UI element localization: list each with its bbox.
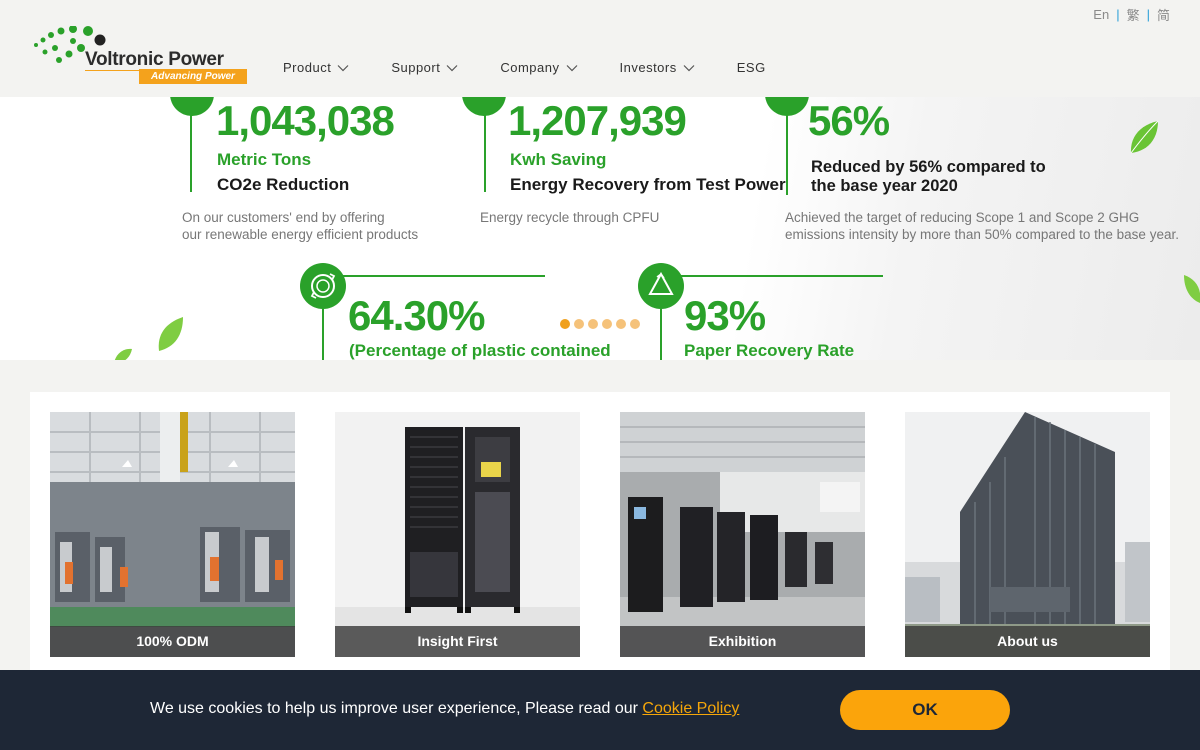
divider-line [484,107,486,192]
stat-co2-desc: On our customers' end by offering our re… [182,210,419,242]
nav-label: Product [283,60,332,75]
cookie-ok-button[interactable]: OK [840,690,1010,730]
building-image [905,412,1150,657]
card-about-us[interactable]: About us [905,412,1150,657]
stat-co2-value: 1,043,038 [216,97,395,144]
chevron-down-icon [337,64,349,71]
stat-energy-unit: Kwh Saving [510,150,607,169]
slider-pagination [560,319,640,329]
chevron-down-icon [683,64,695,71]
lang-traditional[interactable]: 繁 [1127,5,1140,24]
stat-ghg-value: 56% [808,97,890,144]
card-caption: 100% ODM [50,626,295,657]
leaf-icon [114,348,132,360]
recycle-icon [648,271,674,295]
recycle-loop-icon [300,263,346,309]
stat-energy-desc: Energy recycle through CPFU [480,210,660,225]
cookie-message: We use cookies to help us improve user e… [150,700,740,717]
leaf-icon [1184,275,1200,303]
lang-separator: | [1116,7,1120,22]
feature-cards: 100% ODM Insight First Exhibition About … [30,392,1170,682]
stat-co2-unit: Metric Tons [217,150,312,169]
ups-cabinet-image [335,412,580,657]
nav-product[interactable]: Product [283,60,349,75]
cookie-banner: We use cookies to help us improve user e… [0,670,1200,750]
divider-line [190,107,192,192]
nav-label: Support [391,60,441,75]
divider-line [322,309,324,360]
paper-recycle-icon [638,263,684,309]
lang-en[interactable]: En [1093,7,1109,22]
stat-energy-value: 1,207,939 [508,97,687,144]
stat-ghg-desc: Achieved the target of reducing Scope 1 … [785,210,1179,242]
logo-underline [85,70,145,71]
logo-brand-name: Voltronic Power [85,49,224,70]
card-caption: About us [905,626,1150,657]
nav-support[interactable]: Support [391,60,458,75]
leaf-icon [158,317,183,351]
carbon-icon [170,97,214,116]
divider-line [668,275,883,277]
chevron-down-icon [446,64,458,71]
card-odm[interactable]: 100% ODM [50,412,295,657]
card-caption: Insight First [335,626,580,657]
nav-company[interactable]: Company [500,60,577,75]
main-nav: Product Support Company Investors ESG [283,60,766,75]
slider-dot-2[interactable] [574,319,584,329]
stat-co2-label: CO2e Reduction [217,175,350,194]
factory-image [50,412,295,657]
stat-plastic-label: (Percentage of plastic contained [349,341,611,360]
card-exhibition[interactable]: Exhibition [620,412,865,657]
slider-dot-5[interactable] [616,319,626,329]
card-insight-first[interactable]: Insight First [335,412,580,657]
lang-simplified[interactable]: 简 [1157,5,1170,24]
slider-dot-4[interactable] [602,319,612,329]
stat-paper-label: Paper Recovery Rate [684,341,855,360]
card-caption: Exhibition [620,626,865,657]
stat-plastic-value: 64.30% [348,292,485,339]
page: En | 繁 | 简 Voltronic Power Advancing Pow… [0,0,1200,750]
slider-dot-3[interactable] [588,319,598,329]
stat-ghg-label: Reduced by 56% compared to the base year… [811,158,1046,195]
slider-dot-1[interactable] [560,319,570,329]
nav-esg[interactable]: ESG [737,60,766,75]
esg-banner[interactable]: 1,043,038 Metric Tons CO2e Reduction On … [0,97,1200,360]
language-switcher: En | 繁 | 简 [1093,5,1170,24]
stat-energy-label: Energy Recovery from Test Power [510,175,786,194]
exhibition-image [620,412,865,657]
divider-line [330,275,545,277]
chevron-down-icon [566,64,577,71]
logo-tagline: Advancing Power [139,69,247,84]
nav-label: ESG [736,60,766,75]
slider-dot-6[interactable] [630,319,640,329]
lang-separator: | [1146,7,1150,22]
refresh-icon [310,273,336,299]
nav-label: Company [500,60,560,75]
cookie-policy-link[interactable]: Cookie Policy [642,700,739,717]
nav-investors[interactable]: Investors [620,60,695,75]
brand-logo[interactable]: Voltronic Power Advancing Power [33,26,248,84]
stat-paper-value: 93% [684,292,766,339]
nav-label: Investors [619,60,677,75]
divider-line [660,309,662,360]
site-header: En | 繁 | 简 Voltronic Power Advancing Pow… [0,0,1200,97]
leaf-icon [1130,120,1159,154]
divider-line [786,107,788,195]
